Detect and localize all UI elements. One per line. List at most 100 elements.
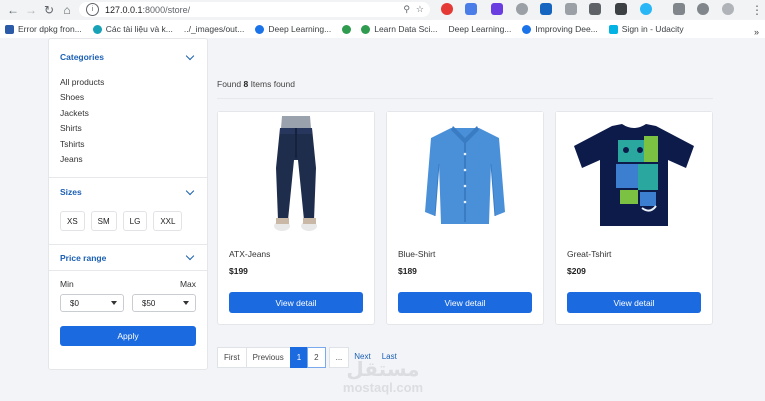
chevron-down-icon[interactable]: [185, 51, 195, 60]
categories-section: Categories All products Shoes Jackets Sh…: [49, 39, 207, 179]
view-detail-button[interactable]: View detail: [229, 292, 363, 313]
product-card[interactable]: Great-Tshirt $209 View detail: [555, 111, 713, 325]
address-bar[interactable]: i 127.0.0.1:8000/store/ ⚲ ☆: [79, 2, 430, 17]
bookmark-item[interactable]: [342, 24, 355, 34]
menu-icon[interactable]: ⋮: [748, 1, 765, 19]
translate-extension-icon[interactable]: [465, 3, 477, 15]
script-extension-icon[interactable]: [615, 3, 627, 15]
bookmark-label: Error dpkg fron...: [18, 24, 82, 34]
gray-extension-icon[interactable]: [516, 3, 528, 15]
bookmark-label: Sign in - Udacity: [621, 24, 684, 34]
product-name[interactable]: ATX-Jeans: [229, 249, 270, 259]
jeans-image[interactable]: [218, 112, 374, 240]
bookmark-label: Các tài liệu và k...: [105, 24, 173, 34]
product-name[interactable]: Blue-Shirt: [398, 249, 435, 259]
view-detail-button[interactable]: View detail: [567, 292, 701, 313]
filter-sidebar: Categories All products Shoes Jackets Sh…: [48, 38, 208, 370]
home-icon[interactable]: ⌂: [58, 1, 76, 19]
category-item[interactable]: All products: [60, 75, 196, 90]
bookmark-item[interactable]: Deep Learning...: [0, 24, 511, 48]
tshirt-image[interactable]: [556, 112, 712, 240]
blue-extension-icon[interactable]: [540, 3, 552, 15]
url-path: :8000/store/: [142, 4, 191, 15]
caret-down-icon: [183, 301, 189, 306]
bookmark-label: Deep Learning...: [268, 24, 332, 34]
reload-icon[interactable]: ↻: [40, 1, 58, 19]
bookmark-item[interactable]: Learn Data Sci...: [361, 24, 438, 34]
view-detail-button[interactable]: View detail: [398, 292, 532, 313]
category-item[interactable]: Shirts: [60, 121, 196, 136]
price-selects: $0 $50: [60, 294, 196, 313]
bookmark-label: Learn Data Sci...: [374, 24, 438, 34]
category-item[interactable]: Jeans: [60, 152, 196, 167]
info-icon[interactable]: i: [86, 3, 99, 16]
extensions-icon[interactable]: [673, 3, 685, 15]
sizes-header[interactable]: Sizes: [60, 178, 196, 206]
mail-extension-icon[interactable]: [565, 3, 577, 15]
opera-extension-icon[interactable]: [441, 3, 453, 15]
bookmark-favicon-icon: [361, 24, 371, 34]
categories-title: Categories: [60, 52, 104, 62]
purple-extension-icon[interactable]: [491, 3, 503, 15]
category-list: All products Shoes Jackets Shirts Tshirt…: [60, 75, 196, 177]
product-price: $189: [398, 266, 417, 276]
dark-extension-icon[interactable]: [589, 3, 601, 15]
price-header[interactable]: Price range: [60, 245, 196, 270]
zoom-icon[interactable]: ⚲: [403, 4, 410, 15]
cyan-extension-icon[interactable]: [640, 3, 652, 15]
forward-icon[interactable]: →: [22, 1, 40, 19]
bookmark-item[interactable]: Deep Learning...: [255, 24, 331, 34]
min-price-select[interactable]: $0: [60, 294, 124, 313]
bookmark-favicon-icon: [522, 24, 532, 34]
product-price: $199: [229, 266, 248, 276]
bookmark-item[interactable]: Error dpkg fron...: [5, 24, 82, 34]
udacity-icon: [608, 24, 618, 34]
bookmark-item[interactable]: ../_images/out...: [0, 24, 245, 48]
divider: [217, 98, 713, 99]
category-item[interactable]: Shoes: [60, 90, 196, 105]
pagination-ellipsis: ...: [328, 347, 350, 368]
category-item[interactable]: Jackets: [60, 106, 196, 121]
back-icon[interactable]: ←: [4, 1, 22, 19]
bookmark-item[interactable]: Sign in - Udacity: [608, 24, 684, 34]
size-xxl-button[interactable]: XXL: [153, 211, 183, 232]
chevron-down-icon[interactable]: [185, 186, 195, 196]
max-price-value: $50: [142, 298, 156, 308]
price-labels: Min Max: [60, 279, 196, 289]
sizes-section: Sizes XS SM LG XXL: [49, 178, 207, 246]
bookmark-label: ../_images/out...: [183, 24, 245, 34]
product-card[interactable]: ATX-Jeans $199 View detail: [217, 111, 375, 325]
size-options: XS SM LG XXL: [60, 206, 196, 244]
bookmark-item[interactable]: Improving Dee...: [522, 24, 598, 34]
bookmark-star-icon[interactable]: ☆: [416, 4, 424, 15]
shirt-image[interactable]: [387, 112, 543, 240]
page-2-link[interactable]: 2: [307, 347, 326, 368]
size-xs-button[interactable]: XS: [60, 211, 85, 232]
bookmarks-overflow-icon[interactable]: »: [754, 27, 759, 37]
avatar[interactable]: [722, 3, 734, 15]
sync-icon[interactable]: [697, 3, 709, 15]
results-count: Found 8 Items found: [217, 79, 295, 89]
price-section: Price range Min Max $0 $50 Apply: [49, 245, 207, 347]
bookmark-item[interactable]: Các tài liệu và k...: [92, 24, 173, 34]
apply-button[interactable]: Apply: [60, 326, 196, 347]
category-item[interactable]: Tshirts: [60, 137, 196, 152]
bookmark-favicon-icon: [92, 24, 102, 34]
bookmark-favicon-icon: [342, 24, 352, 34]
bookmarks-bar: Error dpkg fron... Các tài liệu và k... …: [0, 20, 765, 48]
results-prefix: Found: [217, 79, 244, 89]
max-price-select[interactable]: $50: [132, 294, 196, 313]
product-name[interactable]: Great-Tshirt: [567, 249, 611, 259]
size-sm-button[interactable]: SM: [90, 211, 117, 232]
first-page-link[interactable]: First: [217, 347, 247, 368]
chevron-down-icon[interactable]: [185, 252, 195, 261]
product-price: $209: [567, 266, 586, 276]
last-page-link[interactable]: Last: [376, 347, 403, 366]
bookmark-favicon-icon: [5, 24, 14, 34]
size-lg-button[interactable]: LG: [122, 211, 148, 232]
next-page-link[interactable]: Next: [348, 347, 376, 366]
page-1-link[interactable]: 1: [289, 347, 309, 368]
previous-page-link[interactable]: Previous: [245, 347, 291, 368]
categories-header[interactable]: Categories: [60, 39, 196, 75]
product-card[interactable]: Blue-Shirt $189 View detail: [386, 111, 544, 325]
